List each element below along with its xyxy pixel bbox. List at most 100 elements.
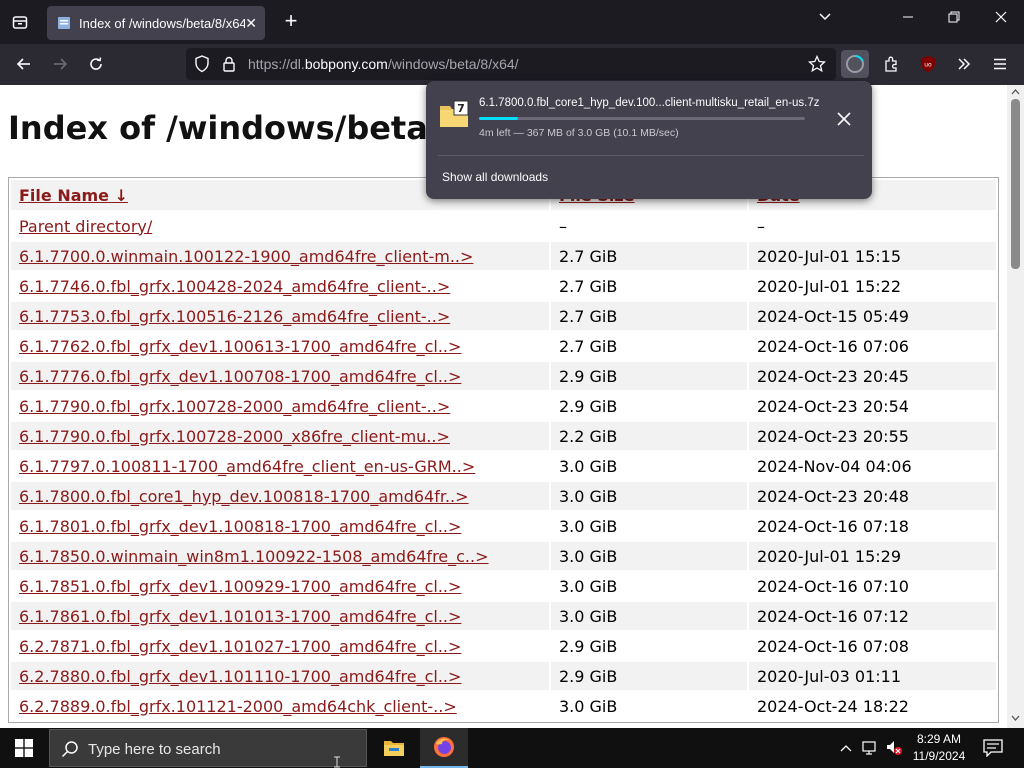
parent-directory-link[interactable]: Parent directory/ <box>19 217 152 236</box>
cell-size: 2.7 GiB <box>559 276 618 296</box>
file-link[interactable]: 6.2.7880.0.fbl_grfx_dev1.101110-1700_amd… <box>19 667 461 686</box>
cell-date: 2024-Nov-04 04:06 <box>757 456 912 476</box>
table-row: 6.1.7746.0.fbl_grfx.100428-2024_amd64fre… <box>11 272 996 300</box>
panel-divider <box>438 155 864 156</box>
cell-name: 6.1.7762.0.fbl_grfx_dev1.100613-1700_amd… <box>11 332 549 360</box>
tab-active[interactable]: Index of /windows/beta/8/x64/ ✕ <box>47 6 265 40</box>
new-tab-icon[interactable]: + <box>280 10 302 34</box>
cell-date: 2024-Oct-15 05:49 <box>749 302 996 330</box>
tracking-protection-icon[interactable] <box>194 55 210 78</box>
ublock-origin-icon[interactable]: uo <box>914 50 942 78</box>
cell-size: 3.0 GiB <box>559 516 618 536</box>
firefox-view-icon[interactable] <box>6 8 34 36</box>
cell-size: 2.9 GiB <box>551 662 747 690</box>
start-button[interactable] <box>0 728 48 768</box>
show-all-downloads-button[interactable]: Show all downloads <box>442 170 548 184</box>
navigation-toolbar: https://dl.bobpony.com/windows/beta/8/x6… <box>0 44 1024 85</box>
taskbar-search-box[interactable]: Type here to search <box>49 729 367 768</box>
restore-icon[interactable] <box>948 10 960 29</box>
table-row: 6.1.7797.0.100811-1700_amd64fre_client_e… <box>11 452 996 480</box>
file-link[interactable]: 6.2.7871.0.fbl_grfx_dev1.101027-1700_amd… <box>19 637 461 656</box>
show-hidden-icons-icon[interactable] <box>839 741 853 759</box>
clock-date: 11/9/2024 <box>912 749 966 763</box>
scroll-up-icon[interactable] <box>1011 88 1020 95</box>
file-table: File Name ↓ File Size Date Parent direct… <box>9 178 998 722</box>
address-bar[interactable]: https://dl.bobpony.com/windows/beta/8/x6… <box>186 48 836 80</box>
lock-icon[interactable] <box>222 55 236 78</box>
cell-size: 3.0 GiB <box>559 696 618 716</box>
parent-directory-row: Parent directory/ – – <box>11 212 996 240</box>
forward-icon[interactable] <box>46 50 74 78</box>
file-link[interactable]: 6.2.7889.0.fbl_grfx.101121-2000_amd64chk… <box>19 697 457 716</box>
file-link[interactable]: 6.1.7776.0.fbl_grfx_dev1.100708-1700_amd… <box>19 367 461 386</box>
cell-size: 3.0 GiB <box>559 456 618 476</box>
url-text[interactable]: https://dl.bobpony.com/windows/beta/8/x6… <box>248 56 519 72</box>
close-tab-icon[interactable]: ✕ <box>245 15 257 32</box>
file-link[interactable]: 6.1.7850.0.winmain_win8m1.100922-1508_am… <box>19 547 489 566</box>
list-all-tabs-icon[interactable] <box>818 10 832 29</box>
table-row: 6.1.7762.0.fbl_grfx_dev1.100613-1700_amd… <box>11 332 996 360</box>
file-link[interactable]: 6.1.7800.0.fbl_core1_hyp_dev.100818-1700… <box>19 487 469 506</box>
file-explorer-taskbar-button[interactable] <box>370 728 418 768</box>
firefox-taskbar-button[interactable] <box>420 728 468 768</box>
bookmark-star-icon[interactable] <box>807 54 827 78</box>
windows-taskbar: Type here to search 8:29 AM 11/9/2024 <box>0 728 1024 768</box>
network-icon[interactable] <box>862 740 880 761</box>
cell-size: 2.2 GiB <box>551 422 747 450</box>
notifications-icon[interactable] <box>983 739 1003 762</box>
file-link[interactable]: 6.1.7861.0.fbl_grfx_dev1.101013-1700_amd… <box>19 607 461 626</box>
downloads-icon[interactable] <box>841 50 869 78</box>
folder-icon <box>384 741 404 756</box>
cell-name: 6.1.7746.0.fbl_grfx.100428-2024_amd64fre… <box>11 272 549 300</box>
cell-size: 3.0 GiB <box>559 576 618 596</box>
file-link[interactable]: 6.1.7797.0.100811-1700_amd64fre_client_e… <box>19 457 475 476</box>
cell-date: 2020-Jul-01 15:22 <box>757 276 902 296</box>
close-window-icon[interactable] <box>994 10 1008 29</box>
file-link[interactable]: 6.1.7746.0.fbl_grfx.100428-2024_amd64fre… <box>19 277 450 296</box>
svg-text:uo: uo <box>924 62 932 69</box>
file-link[interactable]: 6.1.7801.0.fbl_grfx_dev1.100818-1700_amd… <box>19 517 461 536</box>
cell-date: 2024-Oct-16 07:18 <box>757 516 909 536</box>
windows-logo-icon <box>15 739 33 757</box>
download-file-name[interactable]: 6.1.7800.0.fbl_core1_hyp_dev.100...clien… <box>479 97 820 109</box>
file-listing: File Name ↓ File Size Date Parent direct… <box>8 177 999 723</box>
cell-date: 2024-Oct-16 07:10 <box>757 576 909 596</box>
minimize-icon[interactable] <box>902 10 914 29</box>
cell-name: 6.1.7790.0.fbl_grfx.100728-2000_amd64fre… <box>11 392 549 420</box>
table-row: 6.2.7880.0.fbl_grfx_dev1.101110-1700_amd… <box>11 662 996 690</box>
text-cursor-icon <box>334 756 340 768</box>
svg-text:7: 7 <box>457 102 465 115</box>
page-scrollbar[interactable] <box>1007 85 1024 728</box>
cancel-download-icon[interactable] <box>834 109 854 129</box>
cell-size: 2.7 GiB <box>559 336 618 356</box>
scroll-thumb[interactable] <box>1011 99 1020 269</box>
hamburger-menu-icon[interactable] <box>986 50 1014 78</box>
cell-date: 2024-Oct-16 07:12 <box>749 602 996 630</box>
cell-size: 2.9 GiB <box>559 636 618 656</box>
scroll-down-icon[interactable] <box>1011 715 1020 722</box>
file-link[interactable]: 6.1.7753.0.fbl_grfx.100516-2126_amd64fre… <box>19 307 450 326</box>
cell-name: 6.1.7851.0.fbl_grfx_dev1.100929-1700_amd… <box>11 572 549 600</box>
download-progress-bar <box>479 117 805 120</box>
clock-time: 8:29 AM <box>916 732 962 746</box>
file-link[interactable]: 6.1.7700.0.winmain.100122-1900_amd64fre_… <box>19 247 473 266</box>
cell-name: 6.1.7753.0.fbl_grfx.100516-2126_amd64fre… <box>11 302 549 330</box>
file-link[interactable]: 6.1.7762.0.fbl_grfx_dev1.100613-1700_amd… <box>19 337 461 356</box>
cell-date: – <box>757 216 765 236</box>
file-link[interactable]: 6.1.7851.0.fbl_grfx_dev1.100929-1700_amd… <box>19 577 461 596</box>
cell-name: 6.1.7801.0.fbl_grfx_dev1.100818-1700_amd… <box>11 512 549 540</box>
system-clock[interactable]: 8:29 AM 11/9/2024 <box>908 731 970 765</box>
cell-name: 6.1.7700.0.winmain.100122-1900_amd64fre_… <box>11 242 549 270</box>
cell-date: 2020-Jul-03 01:11 <box>749 662 996 690</box>
reload-icon[interactable] <box>82 50 110 78</box>
page-icon <box>58 17 70 29</box>
back-icon[interactable] <box>10 50 38 78</box>
table-row: 6.1.7700.0.winmain.100122-1900_amd64fre_… <box>11 242 996 270</box>
file-link[interactable]: 6.1.7790.0.fbl_grfx.100728-2000_x86fre_c… <box>19 427 450 446</box>
volume-muted-icon[interactable] <box>885 739 903 762</box>
cell-name: 6.2.7889.0.fbl_grfx.101121-2000_amd64chk… <box>11 692 549 720</box>
extensions-icon[interactable] <box>878 50 906 78</box>
file-link[interactable]: 6.1.7790.0.fbl_grfx.100728-2000_amd64fre… <box>19 397 450 416</box>
more-tools-icon[interactable] <box>950 50 978 78</box>
sort-by-name-link[interactable]: File Name ↓ <box>19 186 128 205</box>
